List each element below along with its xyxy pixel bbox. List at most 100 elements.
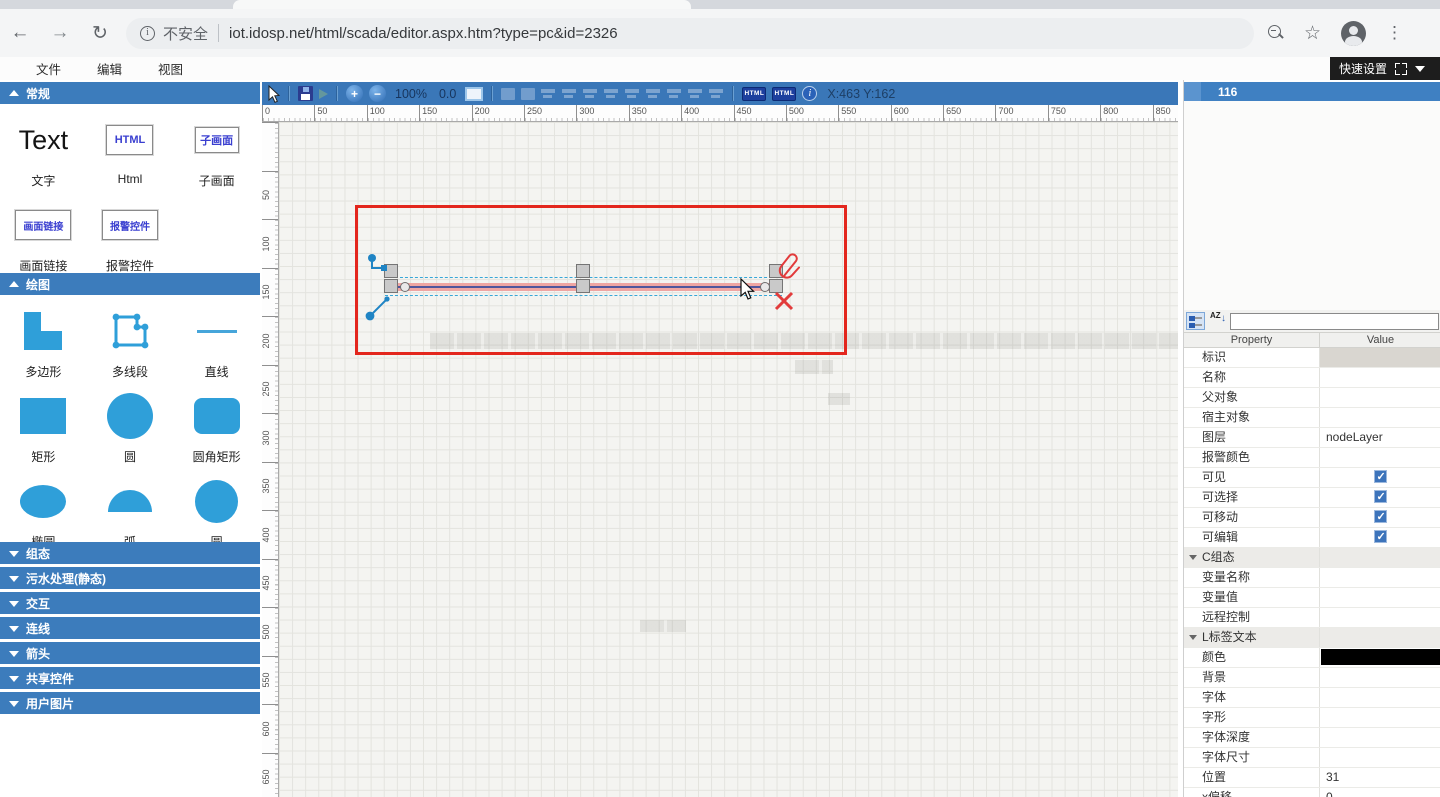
export-html-icon[interactable]: HTML: [742, 87, 766, 101]
property-row[interactable]: 字体尺寸: [1184, 748, 1440, 768]
forward-icon[interactable]: →: [40, 22, 80, 44]
property-value[interactable]: [1319, 588, 1440, 607]
property-value[interactable]: [1319, 488, 1440, 507]
property-value[interactable]: [1319, 508, 1440, 527]
property-value[interactable]: [1319, 368, 1440, 387]
property-value[interactable]: [1319, 468, 1440, 487]
property-row[interactable]: 颜色 #000000: [1184, 648, 1440, 668]
resize-handle-middle[interactable]: [576, 264, 590, 294]
select-cursor-icon[interactable]: [267, 85, 280, 103]
property-row[interactable]: 可编辑: [1184, 528, 1440, 548]
property-value[interactable]: [1319, 568, 1440, 587]
attach-paperclip-icon[interactable]: [776, 250, 802, 282]
property-row[interactable]: 字形: [1184, 708, 1440, 728]
screen-tree-selected-node[interactable]: 116: [1184, 82, 1440, 101]
property-row[interactable]: 背景: [1184, 668, 1440, 688]
palette-item-html[interactable]: HTML Html: [87, 104, 174, 189]
palette-item-roundrect[interactable]: 圆角矩形: [173, 380, 260, 465]
section-header-drawing[interactable]: 绘图: [0, 273, 260, 295]
canvas-settings-icon[interactable]: [465, 87, 483, 101]
property-value[interactable]: [1319, 408, 1440, 427]
checkbox-checked-icon[interactable]: [1374, 530, 1387, 543]
align-bottom-icon[interactable]: [646, 87, 661, 100]
save-icon[interactable]: [298, 86, 313, 101]
palette-item-subscreen[interactable]: 子画面 子画面: [173, 104, 260, 189]
property-row[interactable]: 报警颜色: [1184, 448, 1440, 468]
property-row[interactable]: 可移动: [1184, 508, 1440, 528]
collapsed-section-header[interactable]: 交互: [0, 592, 260, 614]
property-value[interactable]: nodeLayer: [1319, 428, 1440, 447]
ungroup-icon[interactable]: [521, 88, 535, 100]
palette-item-alarm-control[interactable]: 报警控件 报警控件: [87, 189, 174, 274]
palette-item-line[interactable]: 直线: [173, 295, 260, 380]
zoom-out-icon[interactable]: −: [369, 85, 386, 102]
property-row[interactable]: 图层 nodeLayer: [1184, 428, 1440, 448]
endpoint-handle-left[interactable]: [400, 282, 410, 292]
palette-item-ellipse[interactable]: 椭圆: [0, 465, 87, 550]
dropdown-arrow-icon[interactable]: [1415, 66, 1425, 77]
quick-settings-button[interactable]: 快速设置: [1330, 57, 1440, 80]
collapsed-section-header[interactable]: 箭头: [0, 642, 260, 664]
section-header-general[interactable]: 常规: [0, 82, 260, 104]
property-row[interactable]: 父对象: [1184, 388, 1440, 408]
design-canvas[interactable]: [279, 122, 1178, 797]
property-value[interactable]: [1319, 668, 1440, 687]
screen-tree-area[interactable]: [1184, 101, 1440, 310]
address-bar[interactable]: i 不安全 iot.idosp.net/html/scada/editor.as…: [126, 18, 1254, 49]
property-value[interactable]: #000000: [1319, 648, 1440, 667]
property-row[interactable]: 可选择: [1184, 488, 1440, 508]
group-icon[interactable]: [501, 88, 515, 100]
property-row[interactable]: 标识: [1184, 348, 1440, 368]
property-value[interactable]: [1319, 748, 1440, 767]
palette-item-screen-link[interactable]: 画面链接 画面链接: [0, 189, 87, 274]
property-row[interactable]: 可见: [1184, 468, 1440, 488]
preview-html-icon[interactable]: HTML: [772, 87, 796, 101]
checkbox-checked-icon[interactable]: [1374, 490, 1387, 503]
menu-item[interactable]: 视图: [158, 59, 183, 78]
property-value[interactable]: [1319, 348, 1440, 367]
same-width-icon[interactable]: [667, 87, 682, 100]
collapse-corners-icon[interactable]: [1395, 63, 1407, 75]
property-row[interactable]: 远程控制: [1184, 608, 1440, 628]
property-value[interactable]: [1319, 708, 1440, 727]
property-row[interactable]: 字体: [1184, 688, 1440, 708]
property-value[interactable]: [1319, 628, 1440, 647]
delete-x-icon[interactable]: [773, 290, 795, 312]
palette-item-circle[interactable]: 圆: [87, 380, 174, 465]
same-height-icon[interactable]: [688, 87, 703, 100]
info-icon[interactable]: i: [802, 86, 817, 101]
property-row[interactable]: 变量值: [1184, 588, 1440, 608]
collapsed-section-header[interactable]: 组态: [0, 542, 260, 564]
collapsed-section-header[interactable]: 用户图片: [0, 692, 260, 714]
property-value[interactable]: [1319, 608, 1440, 627]
property-row[interactable]: 名称: [1184, 368, 1440, 388]
property-row[interactable]: 字体深度: [1184, 728, 1440, 748]
property-value[interactable]: [1319, 688, 1440, 707]
checkbox-checked-icon[interactable]: [1374, 470, 1387, 483]
property-row[interactable]: 变量名称: [1184, 568, 1440, 588]
collapsed-section-header[interactable]: 共享控件: [0, 667, 260, 689]
menu-item[interactable]: 文件: [36, 59, 61, 78]
property-value[interactable]: [1319, 448, 1440, 467]
align-right-icon[interactable]: [583, 87, 598, 100]
palette-item-arc[interactable]: 弧: [87, 465, 174, 550]
palette-item-text[interactable]: Text 文字: [0, 104, 87, 189]
active-tab[interactable]: [233, 0, 691, 9]
browser-menu-icon[interactable]: ⋮: [1386, 23, 1403, 43]
align-middle-icon[interactable]: [625, 87, 640, 100]
sort-alphabetical-icon[interactable]: AZ ↓: [1208, 312, 1227, 330]
same-size-icon[interactable]: [709, 87, 724, 100]
align-left-icon[interactable]: [541, 87, 556, 100]
property-row[interactable]: 宿主对象: [1184, 408, 1440, 428]
property-value[interactable]: [1319, 548, 1440, 567]
checkbox-checked-icon[interactable]: [1374, 510, 1387, 523]
property-value[interactable]: 0: [1319, 788, 1440, 797]
property-search-input[interactable]: [1230, 313, 1439, 330]
zoom-in-icon[interactable]: +: [346, 85, 363, 102]
rotate-anchor-icon[interactable]: [363, 294, 393, 324]
palette-item-polygon[interactable]: 多边形: [0, 295, 87, 380]
property-value[interactable]: [1319, 528, 1440, 547]
back-icon[interactable]: ←: [0, 22, 40, 44]
color-swatch[interactable]: [1321, 649, 1440, 665]
property-row[interactable]: C组态: [1184, 548, 1440, 568]
